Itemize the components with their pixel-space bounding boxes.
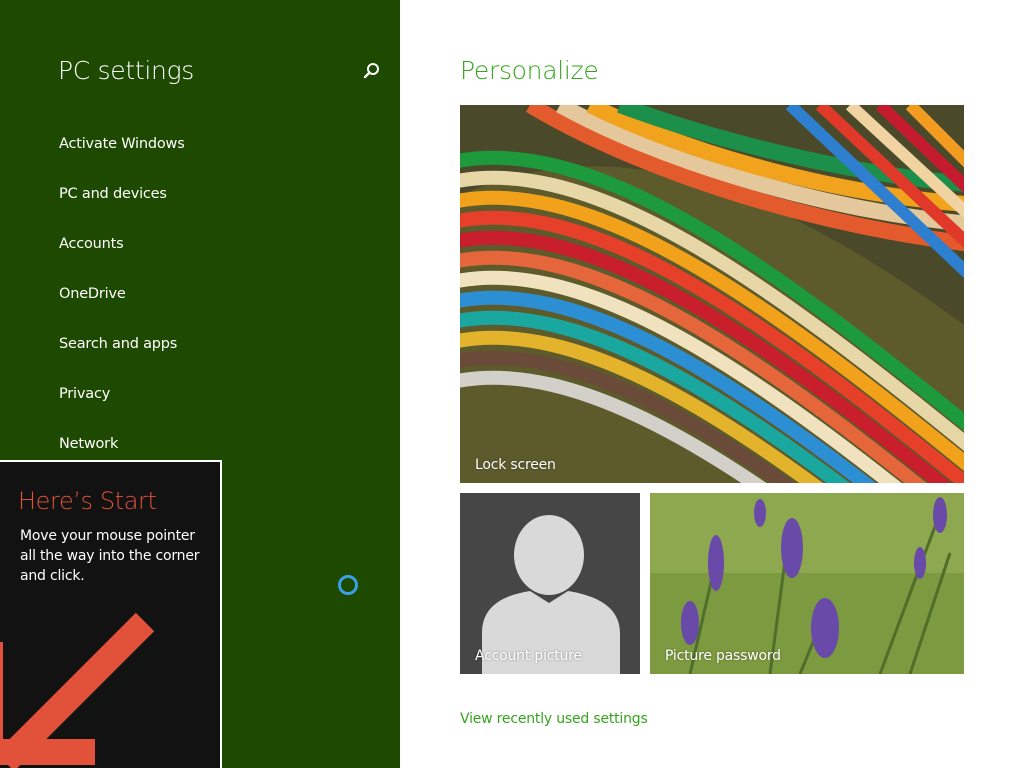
sidebar-item-onedrive[interactable]: OneDrive: [59, 286, 126, 302]
start-tip-title: Here’s Start: [18, 487, 157, 515]
lock-screen-image: [460, 105, 964, 483]
sidebar-item-activate-windows[interactable]: Activate Windows: [59, 136, 185, 152]
sidebar-item-search-and-apps[interactable]: Search and apps: [59, 336, 177, 352]
sidebar-item-privacy[interactable]: Privacy: [59, 386, 110, 402]
picture-password-image: [650, 493, 964, 674]
sidebar-item-accounts[interactable]: Accounts: [59, 236, 124, 252]
user-silhouette-icon: [460, 493, 640, 674]
account-picture-tile[interactable]: Account picture: [460, 493, 640, 674]
start-tip-text: Move your mouse pointer all the way into…: [20, 528, 200, 584]
account-picture-label: Account picture: [475, 648, 582, 664]
start-tip-panel[interactable]: Here’s Start Move your mouse pointer all…: [0, 460, 222, 768]
picture-password-tile[interactable]: Picture password: [650, 493, 964, 674]
search-icon[interactable]: [360, 60, 382, 82]
view-recent-settings-link[interactable]: View recently used settings: [460, 711, 648, 727]
sidebar-item-pc-and-devices[interactable]: PC and devices: [59, 186, 167, 202]
section-title: Personalize: [460, 56, 599, 85]
page-title: PC settings: [58, 56, 195, 85]
lock-screen-tile[interactable]: Lock screen: [460, 105, 964, 483]
busy-indicator: [338, 575, 358, 595]
arrow-down-left-icon: [0, 612, 155, 768]
sidebar-item-network[interactable]: Network: [59, 436, 118, 452]
lock-screen-label: Lock screen: [475, 457, 556, 473]
picture-password-label: Picture password: [665, 648, 781, 664]
